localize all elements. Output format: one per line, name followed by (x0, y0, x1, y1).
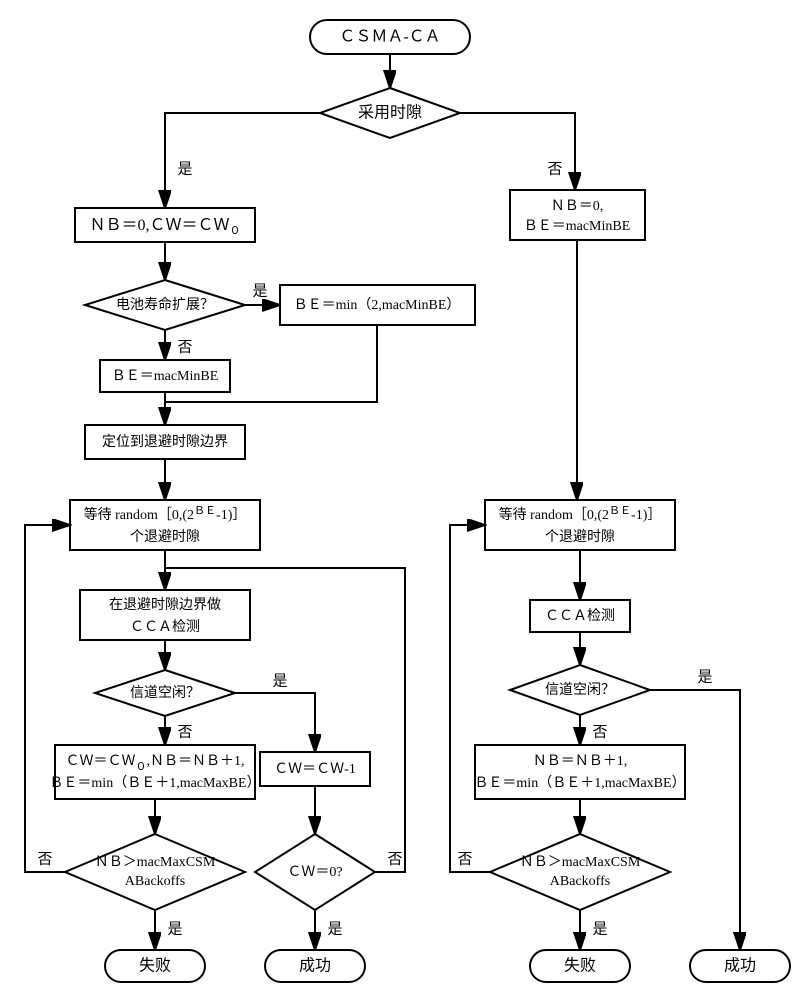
decision-battery-label: 电池寿命扩展？ (116, 296, 214, 313)
left-success-label: 成功 (299, 957, 331, 975)
left-wait-l2: 个退避时隙 (130, 529, 200, 545)
decision-cw0: ＣＷ＝0? (255, 834, 375, 910)
slot-yes-label: 是 (177, 161, 192, 177)
right-wait-l1: 等待 random［0,(2 (499, 506, 609, 523)
right-nb-l1: ＮＢ＞macMaxCSM (520, 855, 641, 870)
right-idle-yes-label: 是 (697, 669, 712, 685)
be-macmin-box: ＢＥ＝macMinBE (100, 360, 230, 392)
left-success-terminator: 成功 (265, 950, 365, 982)
left-idle-label: 信道空闲？ (130, 685, 200, 701)
right-wait-box: 等待 random［0,(2ＢＥ-1)］ 个退避时隙 (485, 500, 675, 550)
edge-left-nb-no-loop (25, 525, 70, 872)
right-wait-tail: -1)］ (631, 507, 661, 523)
right-success-terminator: 成功 (690, 950, 790, 982)
right-nb-yes-label: 是 (592, 921, 607, 937)
left-nb-l1: ＮＢ＞macMaxCSM (95, 855, 216, 870)
right-update-l1: ＮＢ＝ＮＢ＋1, (533, 754, 628, 769)
left-wait-box: 等待 random［0,(2ＢＥ-1)］ 个退避时隙 (70, 500, 260, 550)
battery-no-label: 否 (177, 339, 192, 355)
edge-right-idle-yes (650, 690, 740, 950)
cw0-no-label: 否 (387, 851, 402, 867)
right-wait-l2: 个退避时隙 (545, 529, 615, 545)
cw-dec-label: ＣＷ＝ＣＷ-1 (274, 762, 356, 777)
left-idle-yes-label: 是 (272, 673, 287, 689)
left-nb-yes-label: 是 (167, 921, 182, 937)
left-cca-l1: 在退避时隙边界做 (109, 597, 221, 613)
right-nb-no-label: 否 (457, 851, 472, 867)
left-cca-box: 在退避时隙边界做 ＣＣＡ检测 (80, 590, 250, 640)
left-cca-l2: ＣＣＡ检测 (130, 619, 200, 635)
left-init-box: ＮＢ＝0,ＣＷ＝ＣＷ０ (75, 208, 255, 242)
cw0-yes-label: 是 (327, 921, 342, 937)
right-nb-l2: ABackoffs (550, 874, 610, 889)
right-success-label: 成功 (724, 957, 756, 975)
edge-left-idle-yes (235, 693, 315, 752)
decision-slot-label: 采用时隙 (358, 104, 422, 122)
left-fail-label: 失败 (139, 957, 171, 975)
be-macmin-label: ＢＥ＝macMinBE (112, 369, 219, 384)
locate-label: 定位到退避时隙边界 (102, 434, 228, 450)
left-wait-l1: 等待 random［0,(2 (84, 506, 194, 523)
left-idle-no-label: 否 (177, 724, 192, 740)
right-wait-exp: ＢＥ (609, 505, 631, 517)
be-min2-label: ＢＥ＝min（2,macMinBE） (294, 297, 461, 313)
right-cca-label: ＣＣＡ检测 (545, 608, 615, 624)
right-init-l2: ＢＥ＝macMinBE (524, 219, 631, 234)
decision-battery: 电池寿命扩展？ (85, 280, 245, 330)
left-wait-exp: ＢＥ (194, 505, 216, 517)
left-update-l1a-sub: ０ (136, 761, 147, 773)
battery-yes-label: 是 (252, 283, 267, 299)
left-update-box: ＣＷ＝ＣＷ０,ＮＢ＝ＮＢ＋1, ＢＥ＝min（ＢＥ＋1,macMaxBE） (49, 745, 260, 799)
left-init-text: ＮＢ＝0,ＣＷ＝ＣＷ (89, 217, 229, 234)
left-update-l1a: ＣＷ＝ＣＷ (66, 754, 136, 769)
right-decision-idle: 信道空闲？ (510, 665, 650, 715)
right-idle-no-label: 否 (592, 724, 607, 740)
right-update-box: ＮＢ＝ＮＢ＋1, ＢＥ＝min（ＢＥ＋1,macMaxBE） (474, 745, 685, 799)
edge-right-nb-no-loop (450, 525, 490, 872)
left-update-l2: ＢＥ＝min（ＢＥ＋1,macMaxBE） (49, 775, 260, 791)
left-update-l1b: ,ＮＢ＝ＮＢ＋1, (147, 754, 245, 769)
left-nb-l2: ABackoffs (125, 874, 185, 889)
left-nb-no-label: 否 (37, 851, 52, 867)
right-init-l1: ＮＢ＝0, (551, 199, 604, 214)
svg-text:ＮＢ＝0,ＣＷ＝ＣＷ０: ＮＢ＝0,ＣＷ＝ＣＷ０ (89, 217, 240, 237)
left-wait-tail: -1)］ (216, 507, 246, 523)
left-init-sub: ０ (230, 225, 241, 237)
cw0-label: ＣＷ＝0? (287, 865, 342, 880)
flowchart-canvas: ＣＳＭＡ-ＣＡ 采用时隙 是 否 ＮＢ＝0,ＣＷ＝ＣＷ０ 电池寿命扩展？ 是 Ｂ… (0, 0, 797, 1000)
right-fail-terminator: 失败 (530, 950, 630, 982)
locate-box: 定位到退避时隙边界 (85, 425, 245, 459)
right-init-box: ＮＢ＝0, ＢＥ＝macMinBE (510, 190, 645, 240)
cw-dec-box: ＣＷ＝ＣＷ-1 (260, 752, 370, 786)
edge-slot-no (460, 113, 575, 190)
svg-text:等待 random［0,(2ＢＥ-1)］: 等待 random［0,(2ＢＥ-1)］ (84, 505, 247, 524)
left-decision-idle: 信道空闲？ (95, 670, 235, 716)
left-fail-terminator: 失败 (105, 950, 205, 982)
slot-no-label: 否 (547, 161, 562, 177)
decision-slot: 采用时隙 (320, 88, 460, 138)
start-terminator: ＣＳＭＡ-ＣＡ (310, 20, 470, 54)
left-decision-nb: ＮＢ＞macMaxCSM ABackoffs (65, 834, 245, 910)
right-cca-box: ＣＣＡ检测 (530, 600, 630, 632)
start-label: ＣＳＭＡ-ＣＡ (339, 29, 440, 46)
right-update-l2: ＢＥ＝min（ＢＥ＋1,macMaxBE） (474, 775, 685, 791)
right-decision-nb: ＮＢ＞macMaxCSM ABackoffs (490, 834, 670, 910)
right-idle-label: 信道空闲？ (545, 682, 615, 698)
right-fail-label: 失败 (564, 957, 596, 975)
svg-text:等待 random［0,(2ＢＥ-1)］: 等待 random［0,(2ＢＥ-1)］ (499, 505, 662, 524)
be-min2-box: ＢＥ＝min（2,macMinBE） (280, 285, 475, 325)
